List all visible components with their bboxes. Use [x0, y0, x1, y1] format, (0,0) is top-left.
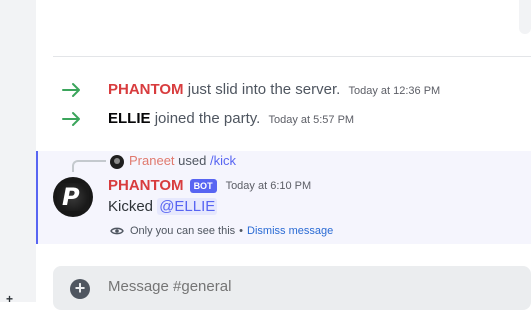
system-text: just slid into the server. — [187, 81, 341, 98]
avatar[interactable]: P — [53, 177, 93, 217]
member-name[interactable]: ELLIE — [108, 110, 151, 127]
message-composer: + — [53, 266, 531, 310]
reply-verb: used — [178, 153, 207, 168]
dismiss-message-link[interactable]: Dismiss message — [247, 225, 333, 237]
user-mention[interactable]: @ELLIE — [157, 198, 218, 215]
scrollbar[interactable] — [519, 0, 531, 34]
message-divider — [53, 56, 531, 57]
message-content: Kicked @ELLIE — [108, 198, 218, 215]
join-arrow-icon — [62, 112, 80, 126]
command-reply: Praneet used /kick — [129, 153, 236, 168]
separator: • — [239, 225, 244, 237]
message-text: Kicked — [108, 198, 154, 215]
message-input[interactable] — [108, 278, 508, 295]
reply-username[interactable]: Praneet — [129, 153, 175, 168]
ephemeral-message: Praneet used /kick P PHANTOM BOT Today a… — [36, 151, 531, 244]
timestamp[interactable]: Today at 12:36 PM — [348, 85, 440, 97]
ephemeral-note-text: Only you can see this — [130, 225, 236, 237]
ephemeral-notice: Only you can see this • Dismiss message — [110, 225, 333, 237]
member-name[interactable]: PHANTOM — [108, 81, 184, 98]
system-message: ELLIE joined the party. Today at 5:57 PM — [36, 107, 531, 131]
eye-icon — [110, 227, 124, 235]
avatar-letter: P — [62, 183, 80, 211]
bot-badge: BOT — [189, 178, 217, 193]
add-attachment-icon[interactable]: + — [70, 279, 90, 299]
server-list-strip: + — [0, 0, 36, 306]
message-header: PHANTOM BOT Today at 6:10 PM — [108, 177, 311, 194]
author-name[interactable]: PHANTOM — [108, 177, 184, 194]
system-text: joined the party. — [154, 110, 261, 127]
timestamp[interactable]: Today at 5:57 PM — [268, 114, 354, 126]
join-arrow-icon — [62, 83, 80, 97]
timestamp[interactable]: Today at 6:10 PM — [226, 180, 312, 192]
reply-spine — [72, 160, 106, 172]
reply-avatar[interactable] — [110, 155, 124, 169]
slash-command[interactable]: /kick — [210, 153, 236, 168]
system-message: PHANTOM just slid into the server. Today… — [36, 78, 531, 102]
add-server-icon[interactable]: + — [6, 292, 13, 306]
